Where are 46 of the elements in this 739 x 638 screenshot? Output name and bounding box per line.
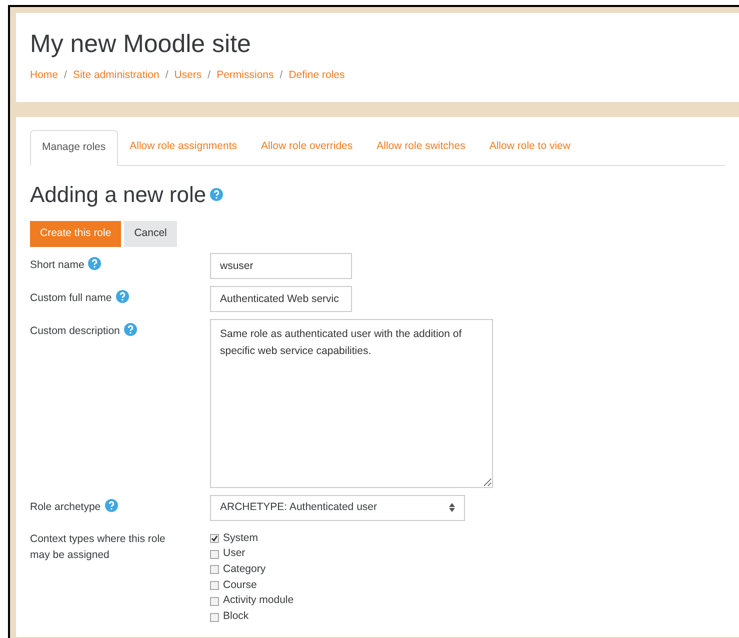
breadcrumb-separator: / (165, 68, 168, 84)
text-field[interactable]: wsuser (210, 252, 352, 279)
checkbox-label: System (223, 530, 258, 546)
checkbox-label: Course (223, 578, 257, 593)
field-label: Context types where this role may be assigned (30, 532, 166, 561)
help-icon[interactable] (104, 498, 118, 512)
breadcrumb-link[interactable]: Site administration (72, 68, 160, 84)
tab[interactable]: Manage roles (30, 130, 118, 166)
site-title: My new Moodle site (30, 29, 252, 60)
checkbox-label: Category (223, 562, 266, 578)
breadcrumb-link[interactable]: Home (30, 68, 58, 84)
tab[interactable]: Allow role assignments (118, 130, 250, 165)
tab[interactable]: Allow role overrides (249, 130, 365, 165)
page-heading: Adding a new role (30, 180, 206, 209)
field-label: Short name (30, 258, 84, 271)
field-label: Custom full name (30, 292, 112, 304)
tab[interactable]: Allow role to view (477, 130, 582, 165)
checkbox[interactable] (210, 596, 219, 606)
archetype-select[interactable]: ARCHETYPE: Authenticated user (210, 494, 465, 521)
checkbox[interactable] (210, 565, 219, 574)
updown-caret-icon (449, 503, 455, 512)
checkbox[interactable] (210, 550, 219, 559)
breadcrumb-separator: / (208, 68, 211, 84)
checkbox[interactable] (210, 612, 219, 622)
breadcrumb-link[interactable]: Define roles (288, 68, 345, 84)
cancel-button[interactable]: Cancel (124, 220, 177, 247)
checkbox[interactable] (210, 581, 219, 590)
help-icon[interactable] (88, 256, 102, 270)
breadcrumb-separator: / (280, 68, 283, 84)
check-icon (211, 535, 218, 542)
checkbox-label: User (223, 546, 246, 562)
field-label: Role archetype (30, 500, 101, 513)
text-field[interactable]: Authenticated Web servic (210, 286, 352, 312)
checkbox-label: Activity module (223, 593, 294, 608)
create-button[interactable]: Create this role (30, 220, 122, 247)
breadcrumb-link[interactable]: Permissions (216, 68, 274, 84)
help-icon[interactable] (210, 188, 224, 201)
checkbox[interactable] (210, 534, 219, 544)
tab[interactable]: Allow role switches (364, 130, 478, 165)
description-field[interactable]: Same role as authenticated user with the addition of specific web service capabilities. (210, 318, 493, 488)
breadcrumb-link[interactable]: Users (174, 68, 202, 84)
help-icon[interactable] (124, 322, 137, 336)
field-label: Custom description (30, 324, 120, 337)
checkbox-label: Block (223, 609, 249, 624)
breadcrumb-separator: / (64, 68, 67, 84)
help-icon[interactable] (116, 290, 129, 303)
